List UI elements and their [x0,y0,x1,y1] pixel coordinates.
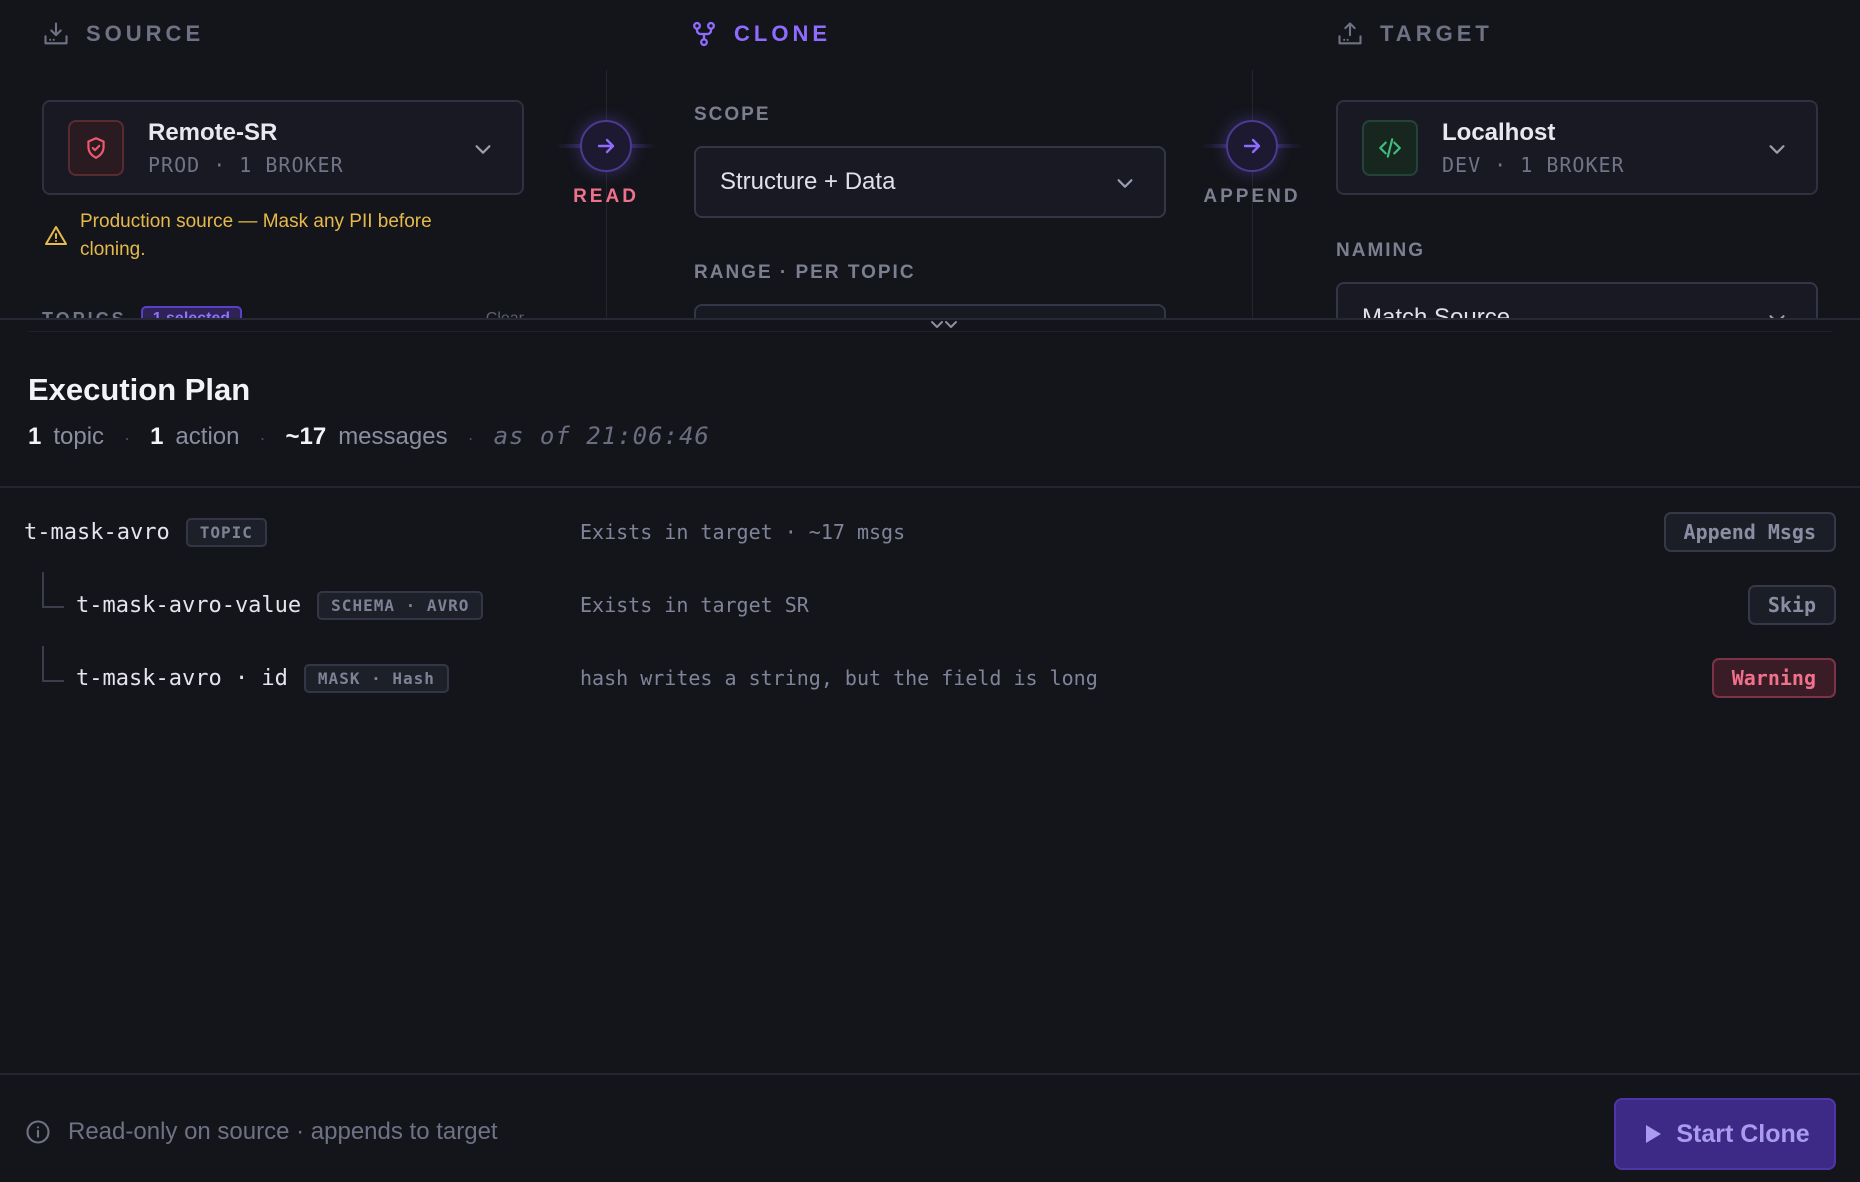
plan-row-tag: SCHEMA · AVRO [317,590,484,620]
start-clone-button[interactable]: Start Clone [1614,1098,1836,1170]
play-icon [1646,1125,1662,1143]
production-warning: Production source — Mask any PII before … [44,208,494,264]
action-count-label: action [175,423,240,450]
execution-plan-stats: 1 topic · 1 action · ~17 messages · as o… [28,422,710,451]
read-connector [556,116,656,176]
chevron-down-icon [1117,179,1133,188]
execution-plan-title: Execution Plan [28,372,251,407]
production-warning-text: Production source — Mask any PII before … [80,211,432,260]
plan-row-name: t-mask-avro-value [76,592,302,618]
target-cluster-select[interactable]: Localhost DEV · 1 BROKER [1336,100,1818,195]
plan-row-tag: TOPIC [185,517,267,547]
source-cluster-select[interactable]: Remote-SR PROD · 1 BROKER [42,100,524,195]
range-label: RANGE · PER TOPIC [694,262,916,283]
plan-row-tag: MASK · Hash [303,663,449,693]
separator-dot: · [124,428,131,448]
plan-row-description: hash writes a string, but the field is l… [580,666,1098,690]
plan-row-topic: t-mask-avro TOPIC Exists in target · ~17… [0,502,1860,562]
separator-dot: · [467,428,474,448]
download-tray-icon [44,22,68,45]
scope-value: Structure + Data [720,168,896,195]
info-icon [26,1120,50,1144]
target-header-label: TARGET [1380,21,1493,46]
clone-header-label: CLONE [734,21,831,46]
target-cluster-meta: DEV · 1 BROKER [1442,152,1625,177]
chevron-down-icon [1769,145,1785,154]
append-label: APPEND [1203,186,1301,207]
separator-dot: · [259,428,266,448]
scope-select[interactable]: Structure + Data [694,146,1166,218]
message-count-label: messages [338,423,448,450]
footer-info-text: Read-only on source · appends to target [68,1118,498,1145]
arrow-right-icon [580,120,632,172]
naming-select[interactable]: Match Source [1336,282,1818,320]
git-fork-icon [693,21,715,47]
topic-count: 1 [28,423,42,450]
double-chevron-down-icon [931,321,957,328]
resize-handle[interactable] [904,312,984,338]
footer-separator [0,1073,1860,1075]
plan-row-schema: t-mask-avro-value SCHEMA · AVRO Exists i… [0,575,1860,635]
shield-icon [68,119,124,176]
footer-info: Read-only on source · appends to target [24,1118,498,1146]
plan-row-name: t-mask-avro [24,519,170,545]
source-header-label: SOURCE [86,21,205,46]
code-icon [1362,119,1418,176]
target-cluster-name: Localhost [1442,118,1556,146]
source-header: SOURCE [42,20,204,48]
append-connector [1202,116,1302,176]
read-label: READ [573,186,639,207]
source-cluster-name: Remote-SR [148,118,278,146]
plan-row-warning-badge[interactable]: Warning [1711,658,1836,698]
source-cluster-meta: PROD · 1 BROKER [148,152,344,177]
arrow-right-icon [1226,120,1278,172]
action-count: 1 [150,423,164,450]
clone-config-panel: SOURCE Remote-SR PROD · 1 BROKER Product… [0,0,1860,320]
plan-row-description: Exists in target · ~17 msgs [580,520,906,544]
plan-row-name: t-mask-avro · id [76,665,288,691]
start-clone-label: Start Clone [1676,1119,1810,1148]
chevron-down-icon [475,145,491,154]
target-header: TARGET [1336,20,1493,48]
plan-row-mask: t-mask-avro · id MASK · Hash hash writes… [0,648,1860,708]
plan-row-action-badge[interactable]: Skip [1747,585,1836,625]
naming-label: NAMING [1336,240,1426,261]
warning-triangle-icon [45,226,67,245]
as-of-timestamp: as of 21:06:46 [493,422,710,450]
message-count: ~17 [285,423,327,450]
plan-row-action-badge[interactable]: Append Msgs [1663,512,1836,552]
clone-header: CLONE [690,20,831,48]
plan-separator [0,486,1860,488]
upload-tray-icon [1338,22,1362,45]
plan-row-description: Exists in target SR [580,593,809,617]
topic-count-label: topic [53,423,105,450]
scope-label: SCOPE [694,104,771,125]
